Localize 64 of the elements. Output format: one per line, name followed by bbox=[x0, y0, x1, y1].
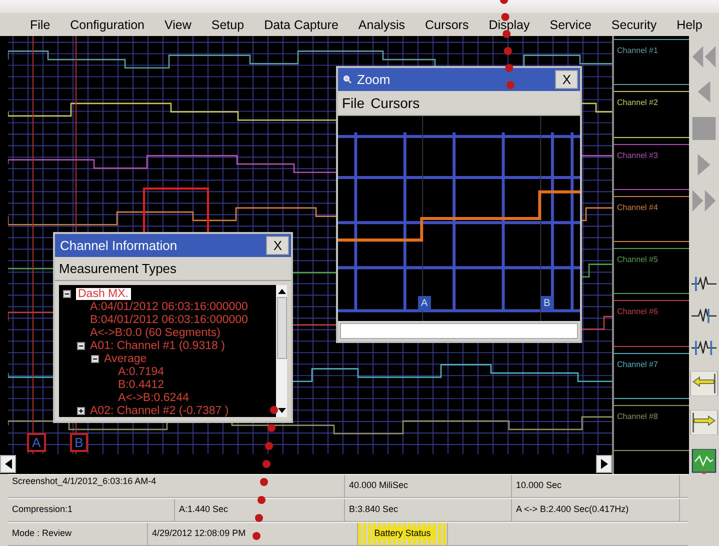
pulse-icon[interactable] bbox=[690, 338, 718, 357]
tree-item[interactable]: A:04/01/2012 06:03:16:000000 bbox=[90, 300, 248, 312]
collapse-icon[interactable] bbox=[63, 290, 71, 298]
right-arrow-icon[interactable] bbox=[689, 410, 719, 435]
menu-item[interactable]: View bbox=[164, 18, 192, 33]
status-cell: 40.000 MiliSec bbox=[345, 475, 512, 497]
scroll-down-icon[interactable] bbox=[278, 408, 286, 414]
menu-item[interactable]: Service bbox=[550, 18, 592, 33]
cursor-marker[interactable]: A bbox=[418, 296, 431, 311]
channel-label: Channel #7 bbox=[616, 360, 658, 368]
status-cell: A <-> B:2.400 Sec(0.417Hz) bbox=[512, 499, 680, 521]
menu-item[interactable]: Configuration bbox=[70, 18, 145, 33]
channel-label: Channel #1 bbox=[616, 46, 658, 55]
chart-icon[interactable] bbox=[691, 448, 717, 474]
scrollbar[interactable] bbox=[276, 285, 287, 417]
channel-label: Channel #2 bbox=[616, 98, 658, 108]
menu-item[interactable]: Display bbox=[488, 18, 530, 33]
channel-label: Channel #5 bbox=[616, 255, 658, 264]
window-title: Zoom bbox=[357, 72, 392, 87]
menu-item[interactable]: File bbox=[342, 95, 365, 111]
status-cell: Battery Status bbox=[358, 523, 448, 545]
tree-item[interactable]: A<->B:0.6244 bbox=[118, 392, 189, 404]
menu-item[interactable]: File bbox=[30, 18, 50, 33]
pulse-icon[interactable] bbox=[690, 275, 718, 293]
channel-label: Channel #6 bbox=[616, 307, 658, 316]
tree-item[interactable]: A<->B:0.0 (60 Segments) bbox=[90, 326, 220, 338]
pulse-icon[interactable] bbox=[690, 306, 718, 325]
section-heading: Measurement Types bbox=[55, 257, 291, 281]
magnifier-icon bbox=[343, 75, 352, 84]
status-cell: 10.000 Sec bbox=[512, 475, 680, 497]
tree-item[interactable]: A02: Channel #2 (-0.7387 ) bbox=[90, 404, 229, 416]
status-cell: Mode : Review bbox=[8, 523, 148, 545]
menu-item[interactable]: Data Capture bbox=[264, 18, 338, 33]
tree-item[interactable]: A01: Channel #1 (0.9318 ) bbox=[90, 340, 225, 352]
cursor-marker[interactable]: A bbox=[27, 433, 46, 452]
status-cell: B:3.840 Sec bbox=[345, 499, 512, 521]
tree-item[interactable]: B:04/01/2012 06:03:16:000000 bbox=[90, 314, 248, 326]
close-button[interactable]: X bbox=[555, 70, 578, 89]
scroll-left-button[interactable] bbox=[0, 455, 16, 473]
menu-item[interactable]: Analysis bbox=[358, 18, 405, 33]
menu-item[interactable]: Security bbox=[611, 18, 657, 33]
channel-label: Channel #3 bbox=[616, 150, 658, 160]
channel-label: Channel #4 bbox=[616, 202, 658, 212]
menu-item[interactable]: Cursors bbox=[424, 18, 469, 33]
menu-item[interactable]: Setup bbox=[211, 18, 244, 33]
scroll-up-icon[interactable] bbox=[278, 288, 286, 294]
menu-item[interactable]: Help bbox=[676, 18, 702, 33]
channel-label: Channel #8 bbox=[616, 412, 658, 421]
close-button[interactable]: X bbox=[266, 236, 289, 255]
menu-item[interactable]: Cursors bbox=[370, 95, 420, 111]
tree-item[interactable]: Average bbox=[104, 352, 147, 364]
status-cell: Compression:1 bbox=[8, 499, 175, 521]
cursor-marker[interactable]: B bbox=[540, 296, 554, 311]
window-title: Channel Information bbox=[60, 238, 178, 253]
collapse-icon[interactable] bbox=[91, 354, 99, 362]
expand-icon[interactable] bbox=[77, 406, 85, 414]
cursor-marker[interactable]: B bbox=[70, 433, 88, 452]
scrollbar[interactable] bbox=[0, 454, 612, 474]
tree-item[interactable]: A:0.7194 bbox=[118, 366, 164, 378]
collapse-icon[interactable] bbox=[77, 342, 85, 350]
tree-item[interactable]: B:0.4412 bbox=[118, 378, 164, 390]
tree-item[interactable]: Dash MX. bbox=[76, 288, 130, 300]
left-arrow-icon[interactable] bbox=[689, 370, 719, 396]
scroll-right-button[interactable] bbox=[596, 455, 612, 473]
